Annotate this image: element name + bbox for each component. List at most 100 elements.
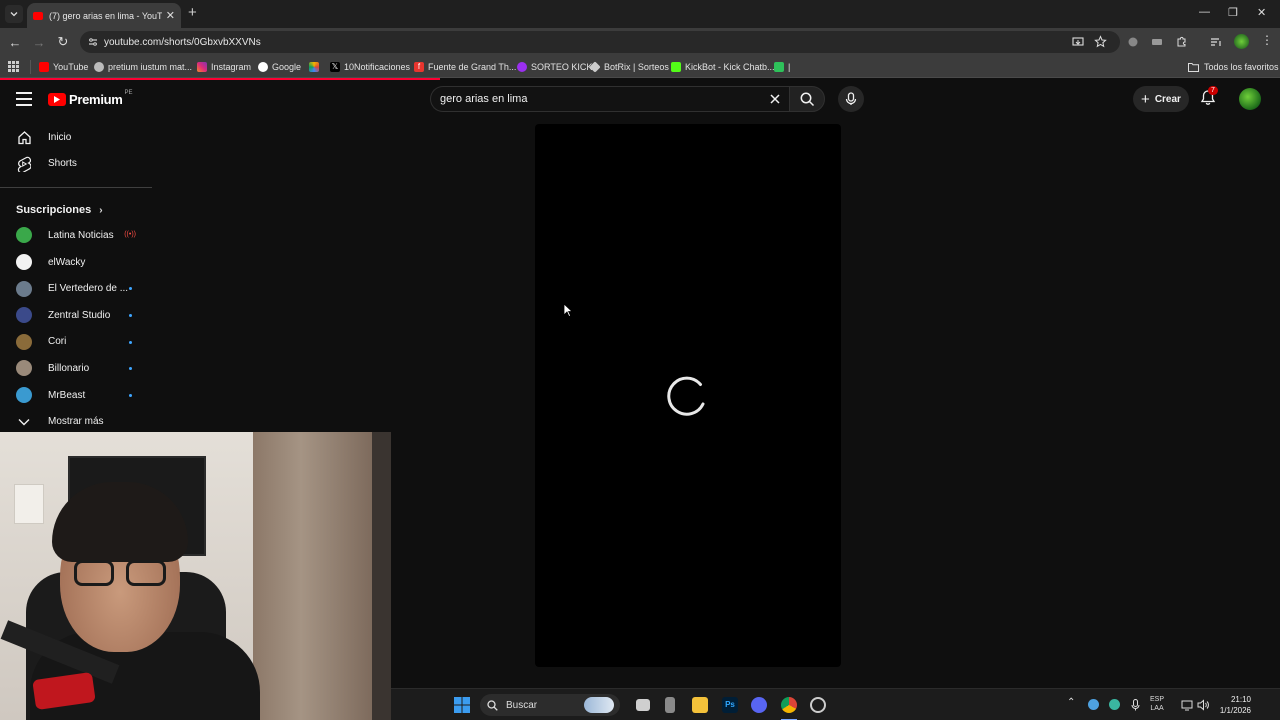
language-indicator[interactable]: ESP LAA	[1150, 695, 1164, 713]
bookmark-label: 10Notificaciones	[344, 62, 411, 72]
photoshop-icon[interactable]: Ps	[722, 697, 738, 713]
bookmark-grand-theft[interactable]: f Fuente de Grand Th...	[414, 60, 516, 74]
webcam-overlay	[0, 432, 391, 720]
chrome-icon[interactable]	[781, 697, 797, 713]
new-tab-button[interactable]: +	[188, 5, 197, 21]
bookmark-kickbot[interactable]: KickBot - Kick Chatb...	[671, 60, 775, 74]
bookmark-star-icon[interactable]	[1094, 35, 1107, 48]
channel-avatar	[16, 254, 32, 271]
bookmark-instagram[interactable]: Instagram	[197, 60, 251, 74]
channel-name: Zentral Studio	[48, 309, 111, 321]
bookmark-sorteo-kick[interactable]: SORTEO KICK	[517, 60, 592, 74]
task-view-icon[interactable]	[636, 699, 650, 711]
subscription-item[interactable]: elWacky	[0, 249, 152, 276]
media-controls-icon[interactable]	[1210, 36, 1222, 48]
channel-avatar	[16, 227, 32, 244]
bookmark-label: KickBot - Kick Chatb...	[685, 62, 775, 72]
bookmark-10notificaciones[interactable]: 𝕏 10Notificaciones	[330, 60, 410, 74]
guide-menu-icon[interactable]	[16, 92, 32, 106]
subscription-item[interactable]: Cori	[0, 329, 152, 356]
close-tab-icon[interactable]: ✕	[166, 9, 175, 22]
restore-icon[interactable]: ❐	[1228, 6, 1238, 19]
channel-name: elWacky	[48, 256, 86, 268]
new-content-dot	[129, 367, 132, 371]
shorts-icon	[16, 156, 32, 172]
taskbar-search[interactable]: Buscar	[480, 694, 620, 716]
extension-2-icon[interactable]	[1151, 36, 1163, 48]
tray-app-icon[interactable]	[1088, 699, 1099, 710]
sidebar-item-shorts[interactable]: Shorts	[0, 151, 152, 178]
bookmark-pretium[interactable]: pretium iustum mat...	[94, 60, 192, 74]
voice-search-button[interactable]	[838, 86, 864, 112]
new-content-dot	[129, 340, 132, 344]
discord-icon[interactable]	[751, 697, 767, 713]
forward-icon[interactable]: →	[31, 34, 47, 50]
clear-search-icon[interactable]	[768, 92, 782, 106]
windows-start-icon[interactable]	[454, 697, 470, 713]
extension-1-icon[interactable]	[1127, 36, 1139, 48]
bookmark-youtube[interactable]: YouTube	[39, 60, 88, 74]
channel-avatar	[16, 307, 32, 324]
browser-tab-active[interactable]: (7) gero arias en lima - YouTube ✕	[27, 3, 181, 28]
subscription-item[interactable]: MrBeast	[0, 382, 152, 409]
microphone-icon	[845, 92, 857, 105]
tab-title: (7) gero arias en lima - YouTube	[49, 10, 162, 21]
home-icon	[16, 129, 32, 145]
system-clock[interactable]: 21:10 1/1/2026	[1209, 694, 1251, 716]
file-explorer-icon[interactable]	[692, 697, 708, 713]
create-button[interactable]: + Crear	[1133, 86, 1189, 112]
kick-icon	[517, 62, 527, 72]
show-more-button[interactable]: Mostrar más	[0, 408, 152, 435]
globe-icon	[94, 62, 104, 72]
microphone-icon[interactable]	[1131, 699, 1140, 711]
loading-spinner-icon	[667, 376, 705, 416]
profile-avatar[interactable]	[1234, 34, 1249, 49]
address-bar[interactable]: youtube.com/shorts/0GbxvbXXVNs	[80, 31, 1120, 53]
volume-icon[interactable]	[1197, 699, 1209, 711]
back-icon[interactable]: ←	[7, 34, 23, 50]
tab-search-button[interactable]	[5, 5, 23, 23]
network-icon[interactable]	[1181, 699, 1193, 711]
bookmarks-divider	[30, 60, 31, 74]
browser-menu-icon[interactable]: ⋮	[1261, 33, 1273, 47]
subscription-item[interactable]: Latina Noticias ((•))	[0, 222, 152, 249]
youtube-premium-logo[interactable]: Premium PE	[48, 90, 133, 107]
tray-overflow-icon[interactable]: ⌃	[1067, 698, 1075, 708]
install-app-icon[interactable]	[1072, 36, 1084, 48]
close-window-icon[interactable]: ✕	[1257, 6, 1266, 19]
search-input[interactable]: gero arias en lima	[430, 86, 792, 112]
bookmark-google[interactable]: Google	[258, 60, 301, 74]
account-avatar[interactable]	[1239, 88, 1261, 110]
subscription-item[interactable]: Billonario	[0, 355, 152, 382]
bookmark-label: pretium iustum mat...	[108, 62, 193, 72]
youtube-play-icon	[48, 93, 66, 106]
app-icon[interactable]	[810, 697, 826, 713]
bookmark-unnamed[interactable]	[309, 60, 323, 74]
apps-grid-icon[interactable]	[8, 61, 19, 72]
channel-name: Latina Noticias	[48, 229, 114, 241]
new-content-dot	[129, 393, 132, 397]
all-bookmarks[interactable]: Todos los favoritos	[1188, 60, 1279, 74]
tray-app-icon[interactable]	[1109, 699, 1120, 710]
notifications-button[interactable]: 7	[1200, 86, 1218, 106]
subscription-item[interactable]: El Vertedero de ...	[0, 275, 152, 302]
sidebar-item-inicio[interactable]: Inicio	[0, 124, 152, 151]
bookmark-botrix[interactable]: BotRix | Sorteos	[589, 60, 669, 74]
channel-name: MrBeast	[48, 389, 86, 401]
bookmark-label: SORTEO KICK	[531, 62, 593, 72]
bookmark-spotify[interactable]: |	[774, 60, 790, 74]
reload-icon[interactable]: ↻	[55, 34, 71, 50]
app-icon[interactable]	[665, 697, 675, 713]
search-button[interactable]	[789, 86, 825, 112]
new-content-dot	[129, 287, 132, 291]
extensions-puzzle-icon[interactable]	[1175, 35, 1188, 48]
subscription-item[interactable]: Zentral Studio	[0, 302, 152, 329]
live-indicator-icon: ((•))	[124, 231, 136, 239]
chevron-down-icon	[10, 12, 18, 17]
minimize-icon[interactable]: —	[1199, 6, 1210, 18]
shorts-player[interactable]	[535, 124, 841, 667]
channel-avatar	[16, 360, 32, 377]
subscriptions-header[interactable]: Suscripciones ›	[0, 198, 152, 222]
site-info-icon[interactable]	[88, 37, 98, 47]
clock-time: 21:10	[1230, 695, 1251, 704]
